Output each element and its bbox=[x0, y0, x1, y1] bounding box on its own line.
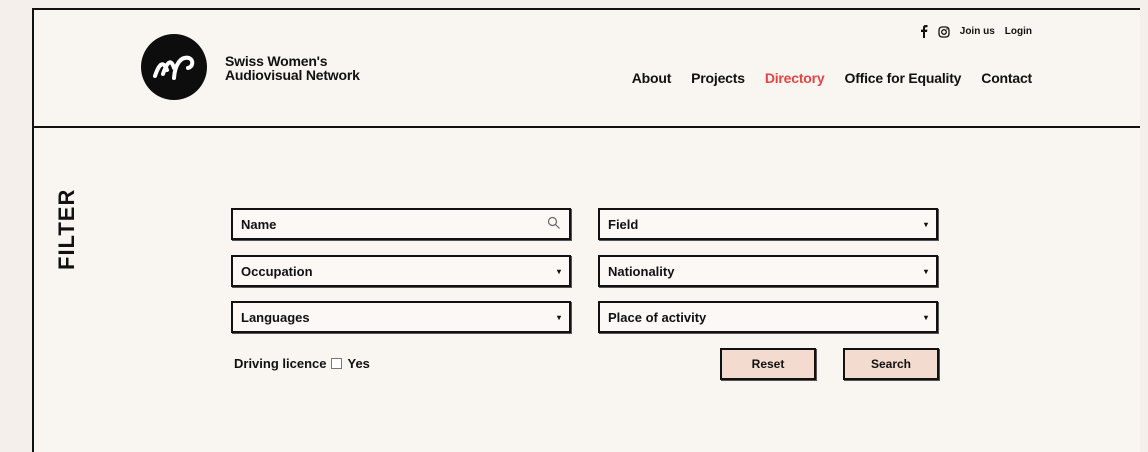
filter-title: FILTER bbox=[54, 188, 79, 270]
brand-line-1: Swiss Women's bbox=[225, 53, 328, 69]
field-select[interactable]: Field ▾ bbox=[598, 208, 938, 240]
languages-select[interactable]: Languages ▾ bbox=[231, 301, 571, 333]
place-of-activity-select[interactable]: Place of activity ▾ bbox=[598, 301, 938, 333]
chevron-down-icon: ▾ bbox=[923, 266, 928, 276]
driving-licence-checkbox[interactable] bbox=[331, 358, 343, 369]
reset-button[interactable]: Reset bbox=[720, 348, 816, 380]
site-header: Swiss Women's Audiovisual Network Join u… bbox=[34, 10, 1140, 128]
chevron-down-icon: ▾ bbox=[923, 312, 928, 322]
facebook-icon[interactable] bbox=[920, 25, 928, 38]
chevron-down-icon: ▾ bbox=[556, 312, 561, 322]
chevron-down-icon: ▾ bbox=[923, 219, 928, 229]
swan-logo-icon bbox=[153, 55, 195, 80]
brand-line-2: Audiovisual Network bbox=[225, 67, 360, 83]
brand-name[interactable]: Swiss Women's Audiovisual Network bbox=[225, 54, 360, 82]
search-button[interactable]: Search bbox=[843, 348, 939, 380]
field-label: Field bbox=[608, 216, 639, 232]
nationality-select[interactable]: Nationality ▾ bbox=[598, 255, 938, 287]
nav-projects[interactable]: Projects bbox=[691, 70, 745, 86]
languages-label: Languages bbox=[241, 309, 310, 325]
nav-office-for-equality[interactable]: Office for Equality bbox=[845, 70, 962, 86]
place-of-activity-label: Place of activity bbox=[608, 309, 707, 325]
nav-about[interactable]: About bbox=[632, 70, 672, 86]
join-us-link[interactable]: Join us bbox=[960, 26, 995, 37]
occupation-label: Occupation bbox=[241, 263, 313, 279]
nav-contact[interactable]: Contact bbox=[981, 70, 1032, 86]
occupation-select[interactable]: Occupation ▾ bbox=[231, 255, 571, 287]
chevron-down-icon: ▾ bbox=[556, 266, 561, 276]
page-frame: Swiss Women's Audiovisual Network Join u… bbox=[32, 8, 1140, 452]
nationality-label: Nationality bbox=[608, 263, 675, 279]
top-links: Join us Login bbox=[920, 25, 1032, 38]
brand-logo[interactable] bbox=[141, 34, 207, 100]
name-search-input[interactable]: Name bbox=[231, 208, 571, 240]
nav-directory[interactable]: Directory bbox=[765, 70, 825, 86]
name-placeholder: Name bbox=[241, 216, 277, 232]
yes-label: Yes bbox=[347, 356, 370, 371]
instagram-icon[interactable] bbox=[938, 25, 950, 38]
login-link[interactable]: Login bbox=[1005, 26, 1032, 37]
main-nav: About Projects Directory Office for Equa… bbox=[632, 70, 1032, 86]
search-icon bbox=[547, 216, 561, 233]
driving-licence-row: Driving licence Yes bbox=[234, 356, 370, 371]
driving-licence-label: Driving licence bbox=[234, 356, 327, 371]
